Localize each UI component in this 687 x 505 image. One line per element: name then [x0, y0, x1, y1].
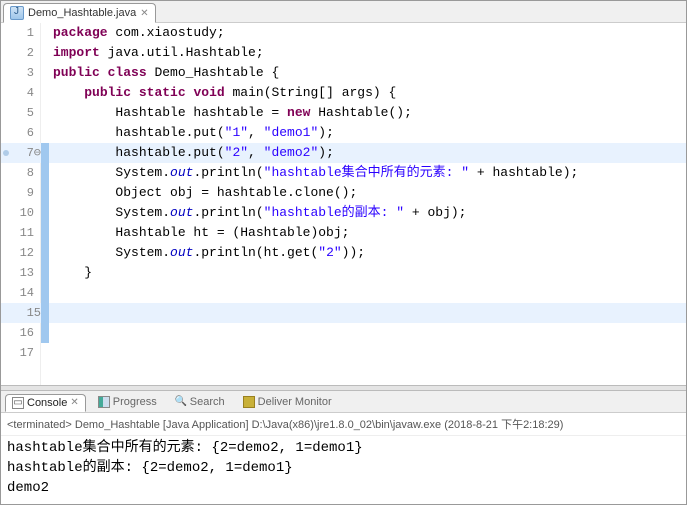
code-line[interactable]: System.out.println("hashtable的副本: " + ob…	[53, 203, 686, 223]
console-line: hashtable的副本: {2=demo2, 1=demo1}	[7, 458, 680, 478]
tab-search-label: Search	[190, 396, 225, 408]
line-number: 15	[1, 303, 41, 323]
search-icon: 🔍	[175, 396, 187, 408]
line-number: 1	[1, 23, 34, 43]
line-number: 12	[1, 243, 34, 263]
console-header: <terminated> Demo_Hashtable [Java Applic…	[1, 413, 686, 436]
progress-icon	[98, 396, 110, 408]
code-line[interactable]: public static void main(String[] args) {	[53, 83, 686, 103]
console-output[interactable]: hashtable集合中所有的元素: {2=demo2, 1=demo1}has…	[1, 436, 686, 504]
line-number: 14	[1, 283, 34, 303]
tab-console[interactable]: ▭ Console ✕	[5, 394, 86, 412]
tab-deliver-label: Deliver Monitor	[258, 396, 332, 408]
line-number: 4	[1, 83, 34, 103]
close-icon[interactable]: ✕	[70, 397, 78, 408]
code-line[interactable]: Hashtable hashtable = new Hashtable();	[53, 103, 686, 123]
console-tabbar: ▭ Console ✕ Progress 🔍 Search Deliver Mo…	[1, 391, 686, 413]
tab-demo-hashtable[interactable]: Demo_Hashtable.java ✕	[3, 3, 156, 23]
line-number: 5	[1, 103, 34, 123]
java-file-icon	[10, 6, 24, 20]
line-number: 8	[1, 163, 34, 183]
line-number: 16	[1, 323, 34, 343]
line-number: 13	[1, 263, 34, 283]
line-number: 10	[1, 203, 34, 223]
tab-title: Demo_Hashtable.java	[28, 7, 136, 19]
console-line: demo2	[7, 478, 680, 498]
line-number: 11	[1, 223, 34, 243]
line-number: 7⊖	[1, 143, 41, 163]
line-number: 6	[1, 123, 34, 143]
code-content[interactable]: package com.xiaostudy;import java.util.H…	[41, 23, 686, 283]
close-icon[interactable]: ✕	[140, 8, 148, 19]
code-line[interactable]: Object obj = hashtable.clone();	[53, 183, 686, 203]
code-line[interactable]: public class Demo_Hashtable {	[53, 63, 686, 83]
line-number: 3	[1, 63, 34, 83]
tab-search[interactable]: 🔍 Search	[169, 394, 231, 410]
code-line[interactable]: package com.xiaostudy;	[53, 23, 686, 43]
line-number-gutter: 1234567⊖891011121314151617	[1, 23, 41, 385]
code-line[interactable]: hashtable.put("1", "demo1");	[53, 123, 686, 143]
editor-tabbar: Demo_Hashtable.java ✕	[1, 1, 686, 23]
console-icon: ▭	[12, 397, 24, 409]
code-line[interactable]: hashtable.put("2", "demo2");	[53, 143, 686, 163]
tab-deliver-monitor[interactable]: Deliver Monitor	[237, 394, 338, 410]
code-line[interactable]: System.out.println("hashtable集合中所有的元素: "…	[53, 163, 686, 183]
line-number: 2	[1, 43, 34, 63]
code-line[interactable]: Hashtable ht = (Hashtable)obj;	[53, 223, 686, 243]
tab-progress-label: Progress	[113, 396, 157, 408]
code-editor[interactable]: 1234567⊖891011121314151617 package com.x…	[1, 23, 686, 385]
code-area[interactable]: package com.xiaostudy;import java.util.H…	[41, 23, 686, 385]
line-number: 17	[1, 343, 34, 363]
deliver-icon	[243, 396, 255, 408]
code-line[interactable]: import java.util.Hashtable;	[53, 43, 686, 63]
tab-console-label: Console	[27, 397, 67, 409]
console-line: hashtable集合中所有的元素: {2=demo2, 1=demo1}	[7, 438, 680, 458]
code-line[interactable]: System.out.println(ht.get("2"));	[53, 243, 686, 263]
code-line[interactable]: }	[53, 263, 686, 283]
tab-progress[interactable]: Progress	[92, 394, 163, 410]
line-number: 9	[1, 183, 34, 203]
